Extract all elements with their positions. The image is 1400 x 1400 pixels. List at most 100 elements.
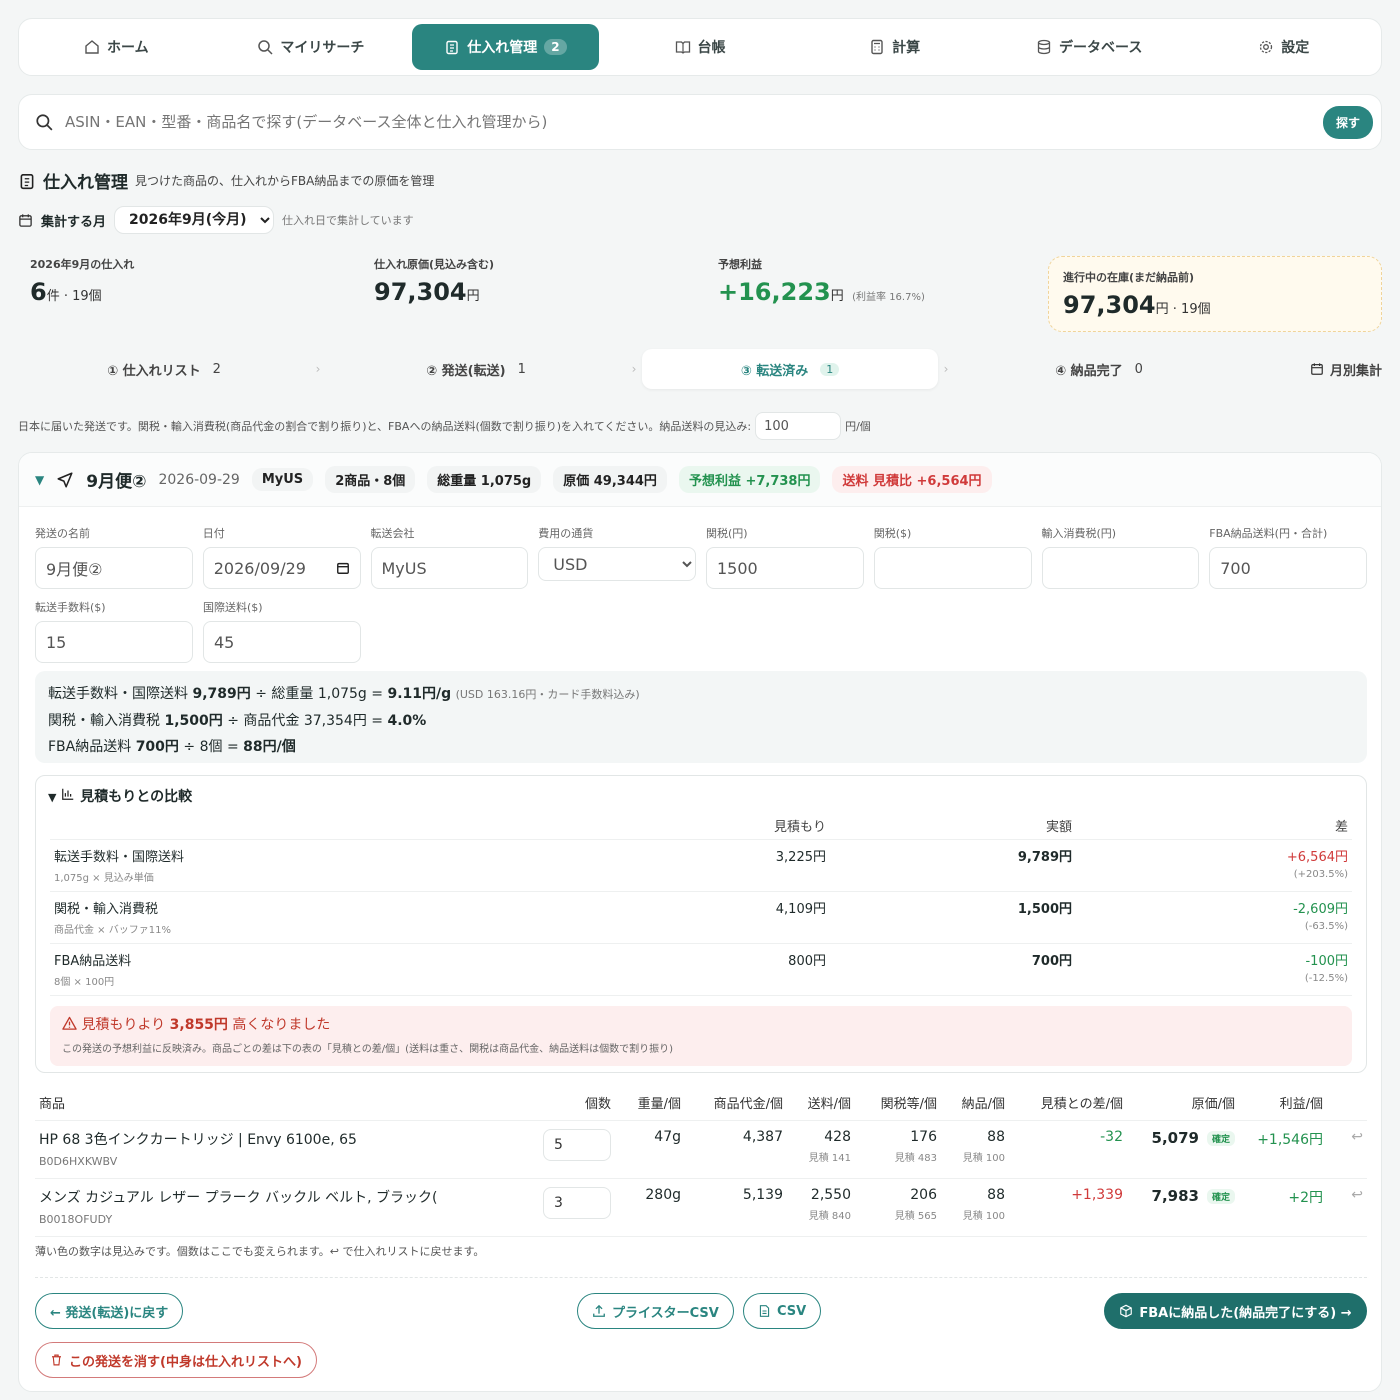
- month-note: 仕入れ日で集計しています: [282, 214, 414, 227]
- box-icon: [1120, 1304, 1133, 1318]
- kpi-count: 6: [30, 278, 47, 306]
- tab-calculator[interactable]: 計算: [801, 24, 988, 70]
- tab-label: 台帳: [697, 40, 726, 56]
- col-header: 利益/個: [1239, 1089, 1327, 1121]
- forwarding-fee-input[interactable]: 15: [35, 621, 193, 663]
- kpi-inventory: 進行中の在庫(まだ納品前) 97,304円 · 19個: [1048, 256, 1382, 332]
- comparison-table: 見積もり 実額 差 転送手数料・国際送料 1,075g × 見込み単価 3,225…: [50, 812, 1352, 996]
- table-row: 関税・輸入消費税 商品代金 × バッファ11% 4,109円 1,500円 -2,…: [50, 891, 1352, 944]
- clipboard-icon: [446, 40, 458, 55]
- tab-database[interactable]: データベース: [996, 24, 1183, 70]
- kpi-value: +16,223: [718, 278, 831, 306]
- month-selector-row: 集計する月 2026年9月(今月) 仕入れ日で集計しています: [18, 206, 414, 234]
- return-to-list-icon[interactable]: ↩: [1351, 1187, 1363, 1203]
- step-purchase-list[interactable]: ① 仕入れリスト 2: [18, 349, 310, 389]
- search-button[interactable]: 探す: [1322, 105, 1373, 139]
- kpi-count-unit: 件: [46, 289, 60, 304]
- field-label: 関税(円): [706, 527, 748, 540]
- step-count: 1: [517, 361, 526, 377]
- kpi-pieces: 19個: [1181, 302, 1211, 317]
- calc-line-duty: 関税・輸入消費税 1,500円 ÷ 商品代金 37,354円 = 4.0%: [48, 713, 427, 729]
- comparison-toggle[interactable]: ▼ 見積もりとの比較: [48, 786, 192, 806]
- collapse-toggle-icon[interactable]: ▼: [35, 473, 44, 487]
- shipment-header[interactable]: ▼ 9月便② 2026-09-29 MyUS 2商品・8個 総重量 1,075g…: [19, 453, 1381, 507]
- table-row: FBA納品送料 8個 × 100円 800円 700円 -100円 (-12.5%): [50, 943, 1352, 996]
- tab-home[interactable]: ホーム: [23, 24, 210, 70]
- monthly-summary-button[interactable]: 月別集計: [1244, 349, 1382, 389]
- chevron-right-icon: ›: [631, 362, 637, 376]
- shipment-name-input[interactable]: 9月便②: [35, 547, 193, 589]
- fba-delivered-button[interactable]: FBAに納品した(納品完了にする) →: [1104, 1293, 1367, 1329]
- field-label: 国際送料($): [203, 601, 263, 614]
- kpi-label: 2026年9月の仕入れ: [30, 258, 135, 271]
- csv-button[interactable]: CSV: [743, 1293, 822, 1329]
- upload-icon: [593, 1304, 605, 1317]
- estimate-comparison: ▼ 見積もりとの比較 見積もり 実額 差 転送手数料・国際送料 1,075g × …: [35, 775, 1367, 1073]
- col-header: 個数: [535, 1089, 615, 1121]
- step-label: ④ 納品完了: [1055, 363, 1123, 379]
- item-asin: B0018OFUDY: [39, 1213, 113, 1226]
- kpi-profit-rate: (利益率 16.7%): [852, 292, 925, 303]
- items-chip: 2商品・8個: [325, 466, 416, 493]
- month-select[interactable]: 2026年9月(今月): [114, 206, 275, 234]
- fba-fee-input[interactable]: 700: [1209, 547, 1367, 589]
- duty-usd-input[interactable]: [873, 547, 1032, 589]
- cost-chip: 原価 49,344円: [553, 466, 667, 493]
- fba-estimate-input[interactable]: [755, 412, 842, 440]
- calendar-icon[interactable]: [336, 561, 350, 575]
- quantity-input[interactable]: [543, 1129, 611, 1161]
- tab-purchase-management[interactable]: 仕入れ管理 2: [412, 24, 599, 70]
- field-label: 関税($): [873, 527, 912, 540]
- items-note: 薄い色の数字は見込みです。個数はここでも変えられます。↩ で仕入れリストに戻せま…: [35, 1245, 485, 1258]
- intl-shipping-input[interactable]: 45: [203, 621, 361, 663]
- shipment-date-input[interactable]: 2026/09/29: [202, 547, 361, 589]
- global-search-bar: 探す: [18, 94, 1382, 150]
- field-label: 費用の通貨: [538, 527, 594, 540]
- import-tax-input[interactable]: [1041, 547, 1200, 589]
- page-subtitle: 見つけた商品の、仕入れからFBA納品までの原価を管理: [135, 174, 435, 188]
- field-label: 輸入消費税(円): [1041, 527, 1117, 540]
- back-to-shipping-button[interactable]: ← 発送(転送)に戻す: [35, 1293, 184, 1329]
- tab-label: ホーム: [106, 40, 149, 56]
- fba-estimate-row: 日本に届いた発送です。関税・輸入消費税(商品代金の割合で割り振り)と、FBAへの…: [18, 412, 871, 440]
- col-header: 関税等/個: [855, 1089, 941, 1121]
- delete-shipment-button[interactable]: この発送を消す(中身は仕入れリストへ): [35, 1342, 317, 1378]
- step-label: ③ 転送済み: [740, 363, 809, 379]
- profit-chip: 予想利益 +7,738円: [678, 466, 821, 493]
- col-header: 原価/個: [1127, 1089, 1239, 1121]
- carrier-input[interactable]: MyUS: [370, 547, 529, 589]
- items-table: 商品 個数 重量/個 商品代金/個 送料/個 関税等/個 納品/個 見積との差/…: [35, 1089, 1367, 1237]
- divider: [35, 1277, 1367, 1278]
- duty-jpy-input[interactable]: 1500: [706, 547, 864, 589]
- step-forwarded[interactable]: ③ 転送済み 1: [642, 349, 938, 389]
- kpi-value: 97,304: [374, 278, 467, 306]
- tab-label: データベース: [1059, 40, 1143, 56]
- fba-estimate-unit: 円/個: [845, 420, 871, 433]
- clipboard-icon: [20, 173, 34, 189]
- tab-label: 設定: [1281, 40, 1310, 56]
- count-badge: 2: [544, 39, 567, 55]
- comparison-title: 見積もりとの比較: [80, 789, 193, 805]
- step-label: ① 仕入れリスト: [107, 363, 201, 379]
- bar-chart-icon: [62, 788, 74, 800]
- tab-label: 計算: [892, 40, 921, 56]
- calc-line-shipping: 転送手数料・国際送料 9,789円 ÷ 総重量 1,075g = 9.11円/g…: [48, 686, 640, 702]
- status-steps: ① 仕入れリスト 2 › ② 発送(転送) 1 › ③ 転送済み 1 › ④ 納品完了…: [18, 349, 1382, 389]
- step-shipping[interactable]: ② 発送(転送) 1: [326, 349, 626, 389]
- quantity-input[interactable]: [543, 1187, 611, 1219]
- over-estimate-alert: 見積もりより 3,855円 高くなりました この発送の予想利益に反映済み。商品ご…: [50, 1006, 1352, 1066]
- step-count: 0: [1134, 361, 1143, 377]
- alert-detail: この発送の予想利益に反映済み。商品ごとの差は下の表の「見積との差/個」(送料は重…: [62, 1044, 673, 1055]
- currency-select[interactable]: USD: [538, 547, 696, 581]
- tab-ledger[interactable]: 台帳: [607, 24, 794, 70]
- tab-settings[interactable]: 設定: [1190, 24, 1377, 70]
- step-delivered[interactable]: ④ 納品完了 0: [954, 349, 1244, 389]
- warning-icon: [62, 1016, 77, 1030]
- return-to-list-icon[interactable]: ↩: [1351, 1129, 1363, 1145]
- search-input[interactable]: [65, 113, 1323, 131]
- shipping-diff-chip: 送料 見積比 +6,564円: [832, 466, 992, 493]
- pricester-csv-button[interactable]: プライスターCSV: [577, 1293, 734, 1329]
- field-label: 転送手数料($): [35, 601, 106, 614]
- tab-my-research[interactable]: マイリサーチ: [218, 24, 405, 70]
- main-nav: ホーム マイリサーチ 仕入れ管理 2 台帳 計算 データベース 設定: [18, 18, 1382, 76]
